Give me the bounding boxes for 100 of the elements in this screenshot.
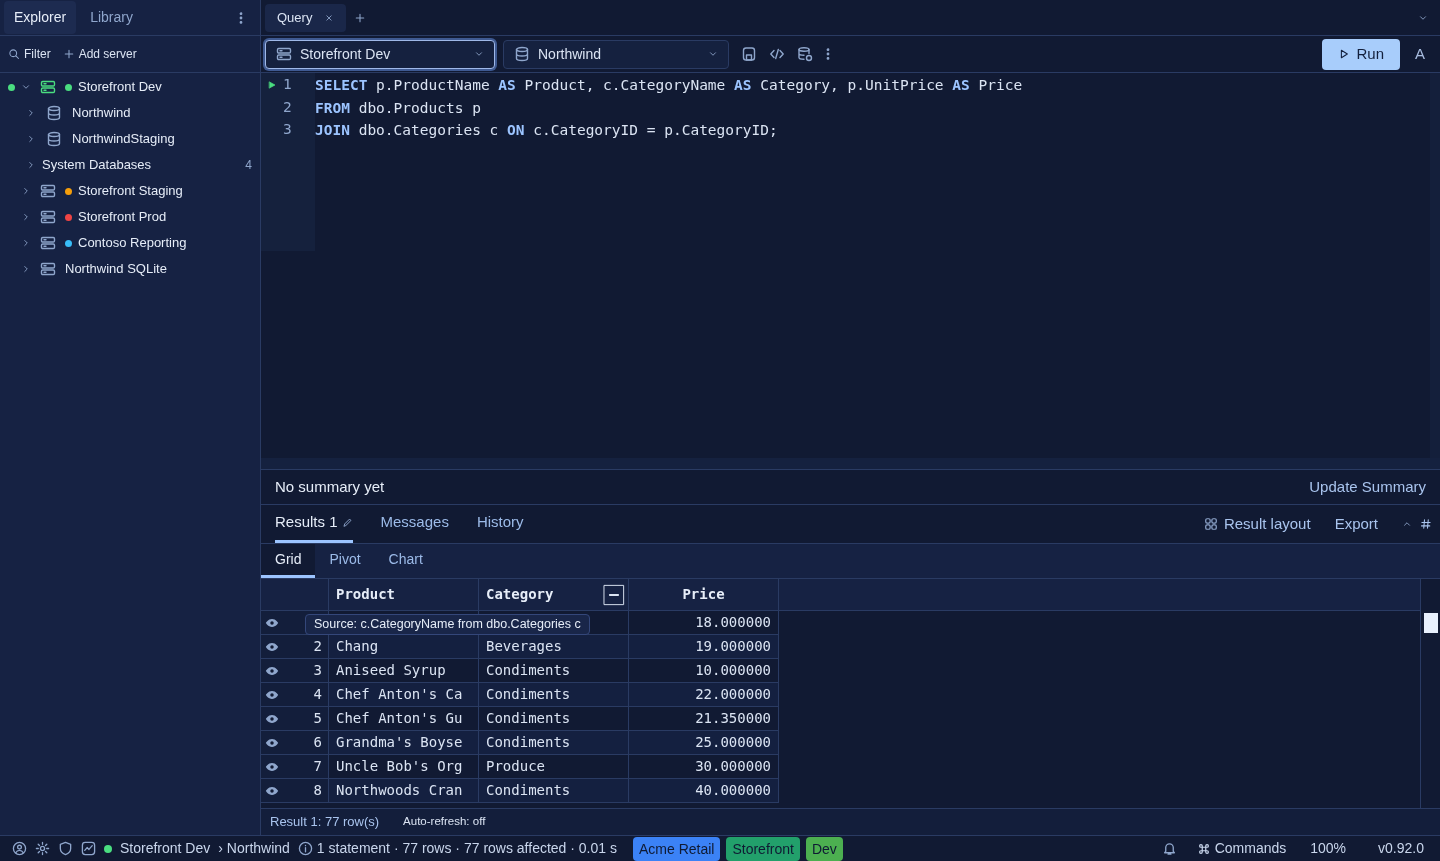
table-cell-text: 21.350000 [695,709,771,728]
table-cell-text: Condiments [486,661,571,680]
code-icon[interactable] [769,46,785,62]
summary-text: No summary yet [275,476,385,497]
item-label: Storefront Dev [78,78,162,97]
column-header[interactable]: Category [486,584,603,605]
tree-item[interactable]: Storefront Dev [0,74,260,100]
scrollbar-thumb[interactable] [1423,613,1438,633]
collapse-icon[interactable] [603,583,625,606]
item-label: Storefront Staging [78,182,183,201]
server-icon [39,183,57,199]
table-cell-text: 19.000000 [695,637,771,656]
tab-label: Query [277,8,313,27]
row-number: 6 [313,733,322,752]
tree-item[interactable]: NorthwindStaging [0,126,260,152]
table-cell-text: Beverages [486,637,562,656]
chevron-right-icon[interactable] [21,264,31,274]
server-icon [39,209,57,225]
result-layout-button[interactable]: Result layout [1203,512,1311,536]
table-cell-text: Chef Anton's Ca [336,685,463,704]
code-line: JOIN dbo.Categories c ON c.CategoryID = p.CategoryID; [315,121,779,140]
view-tab[interactable]: Grid [261,544,316,578]
tree-item[interactable]: Northwind SQLite [0,256,260,282]
table-cell-text: Uncle Bob's Org [336,757,463,776]
table-cell-text: Aniseed Syrup [336,661,446,680]
row-number: 2 [313,637,322,656]
activity-icon[interactable] [81,841,96,856]
info-icon [297,841,313,856]
chevron-down-icon [474,49,484,59]
view-tab[interactable]: Chart [374,544,437,578]
font-button[interactable]: A [1408,42,1432,66]
database-icon [46,131,62,147]
table-cell-text: Condiments [486,709,571,728]
item-label: System Databases [42,156,152,175]
database-icon [514,46,530,62]
table-cell-text: 30.000000 [695,757,771,776]
version-text: v0.92.0 [1378,839,1424,858]
sidebar-tab[interactable]: Explorer [4,1,77,34]
add-server-button[interactable]: Add server [62,45,137,63]
database-name[interactable]: › Northwind [218,838,290,859]
commands-button[interactable]: Commands [1196,838,1287,859]
chevron-right-icon[interactable] [26,108,36,118]
result-tab[interactable]: Messages [380,505,449,543]
tooltip: Source: c.CategoryName from dbo.Categories c [305,614,590,635]
server-name[interactable]: Storefront Dev [120,838,211,859]
bell-icon[interactable] [1161,841,1177,856]
view-tab[interactable]: Pivot [315,544,375,578]
query-tab[interactable]: Query [265,3,347,32]
close-icon[interactable] [324,12,335,23]
database-refresh-icon[interactable] [797,46,813,62]
row-number: 8 [313,781,322,800]
table-cell-text: Chang [336,637,379,656]
column-header[interactable]: Product [336,584,395,605]
result-tab[interactable]: History [476,505,524,543]
row-number: 4 [313,685,322,704]
settings-icon[interactable] [35,841,50,856]
tree-item[interactable]: System Databases 4 [0,152,260,178]
tree-item[interactable]: Contoso Reporting [0,230,260,256]
plus-icon [62,48,75,60]
chevron-right-icon[interactable] [21,238,31,248]
chevron-up-icon[interactable] [1402,519,1412,529]
hash-icon[interactable] [1420,518,1432,530]
chevron-right-icon[interactable] [26,134,36,144]
save-icon[interactable] [741,46,757,62]
export-button[interactable]: Export [1334,512,1378,536]
line-number: 1 [283,75,293,95]
row-count-text: Result 1: 77 row(s) [270,813,380,832]
grid-icon [1203,517,1218,531]
count-label: 4 [245,157,252,174]
play-icon [1338,48,1351,60]
table-cell-text: Condiments [486,781,571,800]
table-cell-text: Northwoods Cran [336,781,463,800]
chevron-down-icon[interactable] [21,82,31,92]
item-label: Storefront Prod [78,208,167,227]
plus-icon[interactable] [354,11,367,24]
select-dropdown[interactable]: Storefront Dev [265,39,495,69]
chevron-right-icon[interactable] [26,160,36,170]
zoom-level[interactable]: 100% [1310,838,1347,859]
item-label: Northwind SQLite [65,260,167,279]
table-cell-text: 25.000000 [695,733,771,752]
vertical-scrollbar[interactable] [1430,73,1440,458]
server-icon [39,79,57,95]
item-label: Contoso Reporting [78,234,187,253]
user-icon[interactable] [12,841,27,856]
horizontal-scrollbar[interactable] [261,458,1440,469]
sidebar-tab[interactable]: Library [80,1,143,34]
row-number: 5 [313,709,322,728]
table-cell-text: 40.000000 [695,781,771,800]
chevron-right-icon[interactable] [21,186,31,196]
chevron-right-icon[interactable] [21,212,31,222]
filter-button[interactable]: Filter [8,45,51,63]
column-header[interactable]: Price [682,584,725,605]
tree-item[interactable]: Storefront Staging [0,178,260,204]
search-icon [8,48,20,60]
tree-item[interactable]: Storefront Prod [0,204,260,230]
update-summary-button[interactable]: Update Summary [1309,475,1426,499]
tree-item[interactable]: Northwind [0,100,260,126]
select-dropdown[interactable]: Northwind [503,39,729,69]
shield-icon[interactable] [58,841,73,856]
run-button[interactable]: Run [1322,38,1400,70]
